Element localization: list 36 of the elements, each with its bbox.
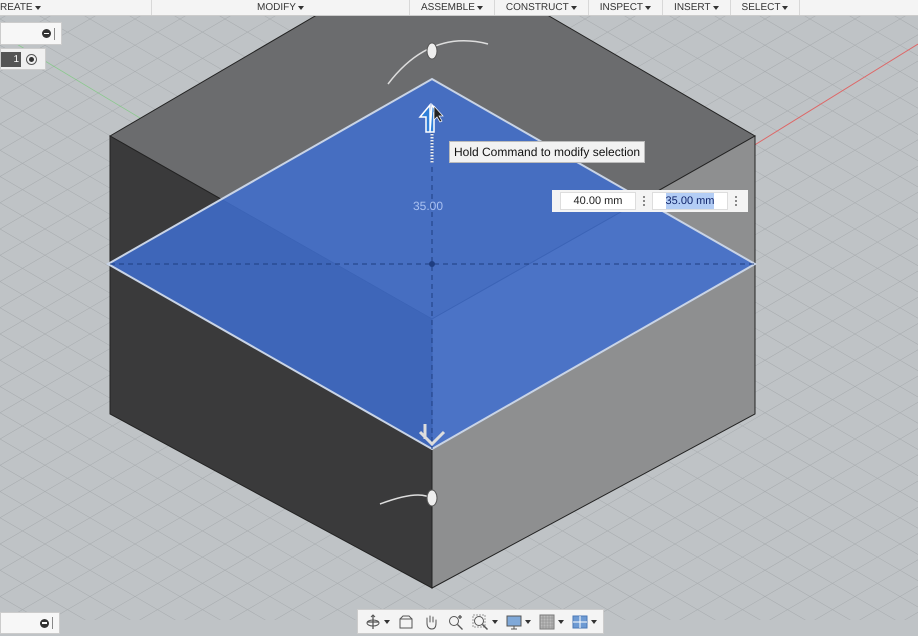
caret-icon bbox=[591, 620, 597, 624]
menu-button[interactable]: INSERT bbox=[674, 2, 719, 12]
caret-icon bbox=[570, 6, 577, 10]
caret-icon bbox=[525, 620, 531, 624]
collapse-icon[interactable] bbox=[42, 29, 51, 38]
zoom-icon bbox=[447, 612, 465, 630]
caret-icon bbox=[645, 6, 652, 10]
menu-button[interactable]: ASSEMBLE bbox=[421, 2, 483, 12]
zoom-window-icon bbox=[472, 612, 490, 630]
caret-icon bbox=[298, 6, 304, 10]
caret-icon bbox=[558, 620, 564, 624]
more-icon[interactable] bbox=[640, 196, 648, 206]
dimension-input[interactable]: 35.00 mm bbox=[652, 192, 728, 210]
menu-button[interactable]: INSPECT bbox=[600, 2, 652, 12]
grid-icon bbox=[538, 612, 556, 630]
orbit-icon bbox=[364, 612, 382, 630]
viewports-icon bbox=[571, 612, 589, 630]
menu-button[interactable]: SELECT bbox=[742, 2, 788, 12]
camera-icon bbox=[397, 612, 415, 630]
caret-icon bbox=[492, 620, 498, 624]
caret-icon bbox=[34, 6, 41, 10]
caret-icon bbox=[476, 6, 483, 10]
dimension-input[interactable]: 40.00 mm bbox=[560, 192, 636, 210]
radio-icon[interactable] bbox=[26, 54, 37, 64]
menu-button[interactable]: MODIFY bbox=[257, 2, 304, 12]
menu-button[interactable]: REATE bbox=[0, 2, 41, 12]
toolbar-button[interactable] bbox=[470, 612, 500, 632]
menu-button[interactable]: CONSTRUCT bbox=[506, 2, 577, 12]
number-field[interactable]: 1 bbox=[1, 52, 21, 66]
caret-icon bbox=[384, 620, 390, 624]
more-icon[interactable] bbox=[732, 196, 740, 206]
caret-icon bbox=[712, 6, 719, 10]
dimension-label: 35.00 bbox=[413, 198, 444, 215]
tooltip: Hold Command to modify selection bbox=[449, 141, 646, 163]
monitor-icon bbox=[505, 612, 523, 630]
caret-icon bbox=[782, 6, 788, 10]
